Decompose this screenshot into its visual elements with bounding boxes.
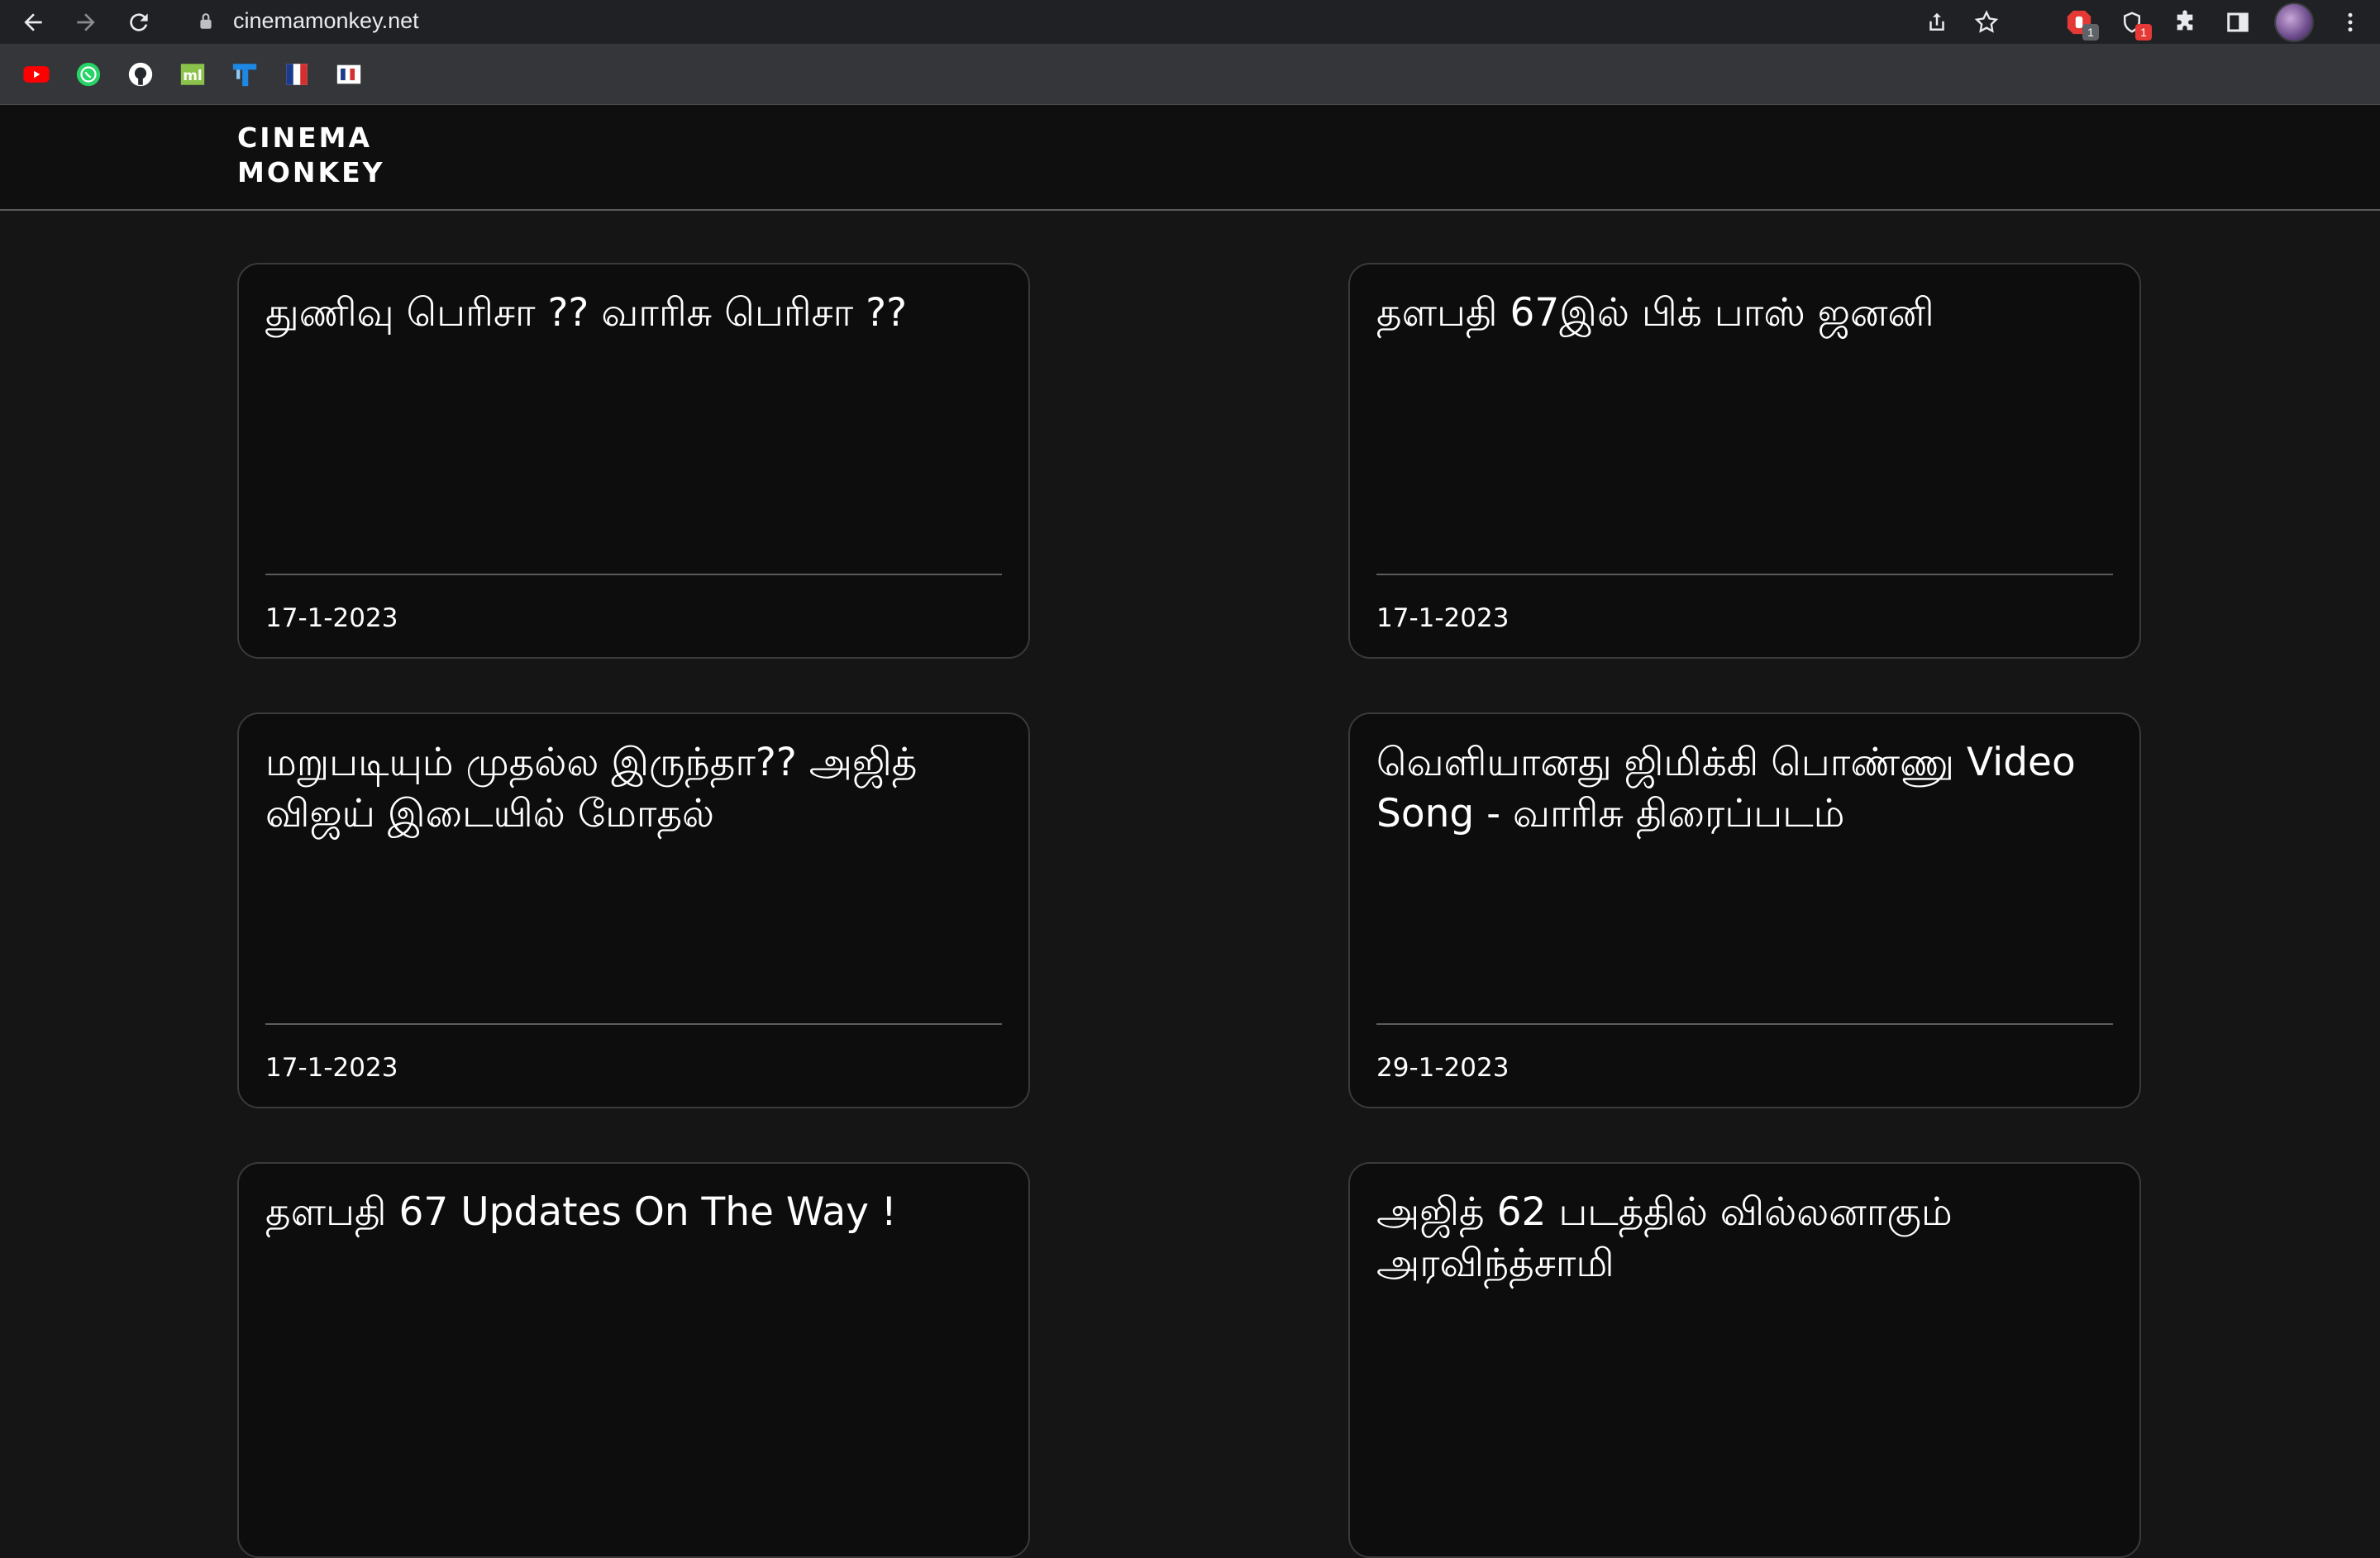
divider: [265, 574, 1002, 575]
forward-button[interactable]: [69, 5, 103, 40]
svg-text:ml: ml: [183, 68, 203, 84]
post-title[interactable]: அஜித் 62 படத்தில் வில்லனாகும் அரவிந்த்சா…: [1376, 1187, 2104, 1289]
post-title[interactable]: தளபதி 67 Updates On The Way !: [265, 1187, 993, 1238]
site-header: CINEMA MONKEY: [0, 105, 2380, 211]
post-card[interactable]: அஜித் 62 படத்தில் வில்லனாகும் அரவிந்த்சா…: [1348, 1162, 2141, 1558]
ml-bookmark-icon[interactable]: ml: [178, 60, 207, 89]
gov-bookmark-icon[interactable]: [334, 60, 364, 89]
extension-badge: 1: [2082, 23, 2099, 40]
github-bookmark-icon[interactable]: [126, 60, 155, 89]
post-card[interactable]: தளபதி 67இல் பிக் பாஸ் ஜனனி 17-1-2023: [1348, 263, 2141, 659]
shield-extension-icon[interactable]: 1: [2115, 6, 2152, 40]
post-title[interactable]: துணிவு பெரிசா ?? வாரிசு பெரிசா ??: [265, 288, 993, 339]
site-logo[interactable]: CINEMA MONKEY: [237, 121, 385, 190]
post-date: 17-1-2023: [1376, 603, 1510, 633]
whatsapp-bookmark-icon[interactable]: [74, 60, 103, 89]
divider: [265, 1023, 1002, 1025]
logo-line-1: CINEMA: [237, 121, 373, 154]
back-button[interactable]: [16, 5, 50, 40]
post-card[interactable]: மறுபடியும் முதல்ல இருந்தா?? அஜித் விஜய் …: [237, 712, 1030, 1108]
bookmark-star-icon[interactable]: [1972, 8, 2001, 36]
share-icon[interactable]: [1923, 8, 1951, 36]
post-card[interactable]: தளபதி 67 Updates On The Way !: [237, 1162, 1030, 1558]
reload-icon: [130, 12, 148, 31]
lock-icon: [198, 11, 217, 32]
browser-toolbar: cinemamonkey.net 1 1: [0, 0, 2380, 44]
post-card[interactable]: துணிவு பெரிசா ?? வாரிசு பெரிசா ?? 17-1-2…: [237, 263, 1030, 659]
logo-line-2: MONKEY: [237, 156, 385, 188]
arrow-left-icon: [24, 12, 42, 31]
profile-avatar[interactable]: [2274, 2, 2314, 42]
reload-button[interactable]: [122, 5, 156, 40]
kebab-menu-icon[interactable]: [2334, 6, 2367, 39]
extension-badge: 1: [2135, 23, 2152, 40]
post-date: 29-1-2023: [1376, 1053, 1510, 1083]
blue-bookmark-icon[interactable]: [230, 60, 260, 89]
post-title[interactable]: மறுபடியும் முதல்ல இருந்தா?? அஜித் விஜய் …: [265, 737, 993, 840]
adblock-extension-icon[interactable]: 1: [2063, 6, 2099, 40]
divider: [1376, 1023, 2113, 1025]
post-card[interactable]: வெளியானது ஜிமிக்கி பொண்ணு Video Song - வ…: [1348, 712, 2141, 1108]
url-text: cinemamonkey.net: [233, 8, 419, 33]
address-bar[interactable]: cinemamonkey.net: [180, 2, 2050, 40]
bookmarks-bar: ml: [0, 44, 2380, 106]
youtube-bookmark-icon[interactable]: [21, 60, 51, 89]
side-panel-icon[interactable]: [2221, 6, 2254, 39]
divider: [1376, 574, 2113, 575]
post-title[interactable]: தளபதி 67இல் பிக் பாஸ் ஜனனி: [1376, 288, 2104, 339]
post-title[interactable]: வெளியானது ஜிமிக்கி பொண்ணு Video Song - வ…: [1376, 737, 2104, 840]
arrow-right-icon: [77, 12, 95, 31]
france-bookmark-icon[interactable]: [282, 60, 312, 89]
post-date: 17-1-2023: [265, 603, 398, 633]
post-date: 17-1-2023: [265, 1053, 398, 1083]
posts-grid: துணிவு பெரிசா ?? வாரிசு பெரிசா ?? 17-1-2…: [0, 211, 2380, 1558]
extensions-puzzle-icon[interactable]: [2168, 6, 2201, 39]
